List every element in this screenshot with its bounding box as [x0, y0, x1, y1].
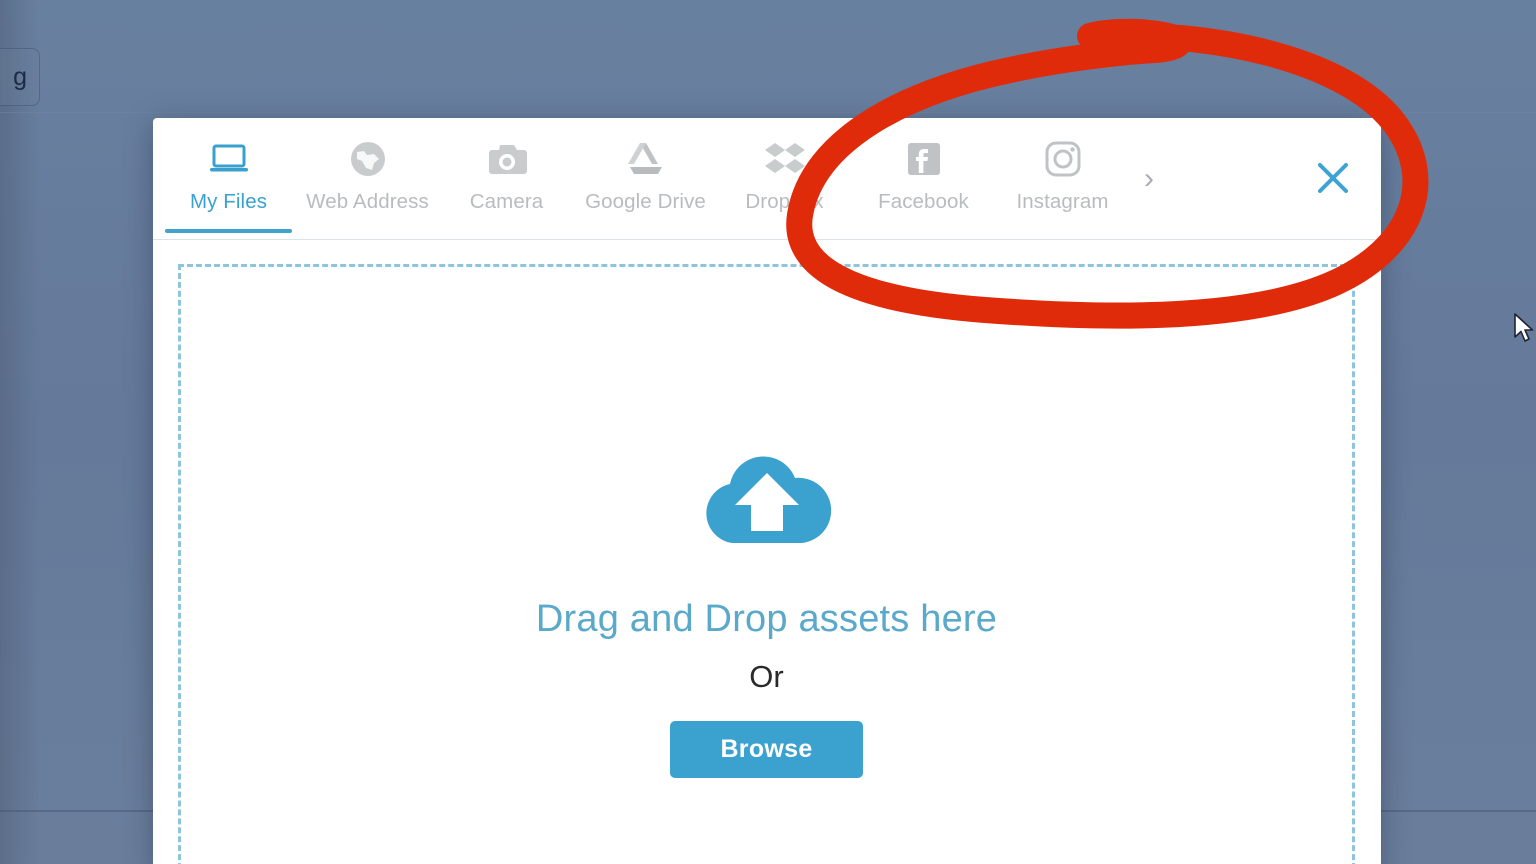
tab-facebook[interactable]: Facebook	[854, 118, 993, 232]
tab-dropbox-label: Dropbox	[745, 190, 824, 213]
background-partial-chip-label: g	[13, 62, 27, 91]
close-icon	[1318, 163, 1348, 193]
tab-google-drive-label: Google Drive	[585, 190, 706, 213]
laptop-icon	[209, 138, 249, 180]
tab-camera-label: Camera	[469, 190, 544, 213]
tab-instagram-label: Instagram	[1016, 190, 1109, 213]
asset-upload-modal: My Files Web Address Camera Google Drive…	[153, 118, 1381, 864]
tab-instagram[interactable]: Instagram	[993, 118, 1132, 232]
cloud-upload-icon	[687, 443, 847, 553]
dropzone-drag-text: Drag and Drop assets here	[535, 598, 998, 640]
tab-dropbox[interactable]: Dropbox	[715, 118, 854, 232]
chevron-right-icon[interactable]: ›	[1132, 164, 1166, 194]
close-modal-button[interactable]	[1309, 154, 1357, 202]
google-drive-icon	[625, 138, 667, 180]
tab-active-underline	[165, 229, 292, 233]
source-tab-strip: My Files Web Address Camera Google Drive…	[153, 118, 1381, 240]
facebook-icon	[906, 138, 942, 180]
tab-web-address-label: Web Address	[306, 190, 429, 213]
tab-my-files-label: My Files	[189, 190, 268, 213]
file-dropzone[interactable]: Drag and Drop assets here Or Browse	[178, 264, 1355, 864]
dropzone-or-text: Or	[749, 659, 784, 694]
tab-google-drive[interactable]: Google Drive	[576, 118, 715, 232]
tab-web-address[interactable]: Web Address	[298, 118, 437, 232]
background-partial-chip[interactable]: g	[0, 48, 40, 106]
background-divider-top	[0, 112, 1536, 113]
tab-camera[interactable]: Camera	[437, 118, 576, 232]
tab-my-files[interactable]: My Files	[159, 118, 298, 233]
page-root: g My Files Web Address Camera Google Dri…	[0, 0, 1536, 864]
instagram-icon	[1044, 138, 1082, 180]
tab-facebook-label: Facebook	[878, 190, 969, 213]
globe-icon	[348, 138, 388, 180]
browse-button[interactable]: Browse	[670, 721, 863, 778]
camera-icon	[486, 138, 528, 180]
dropzone-wrapper: Drag and Drop assets here Or Browse	[153, 240, 1381, 864]
dropbox-icon	[764, 138, 806, 180]
